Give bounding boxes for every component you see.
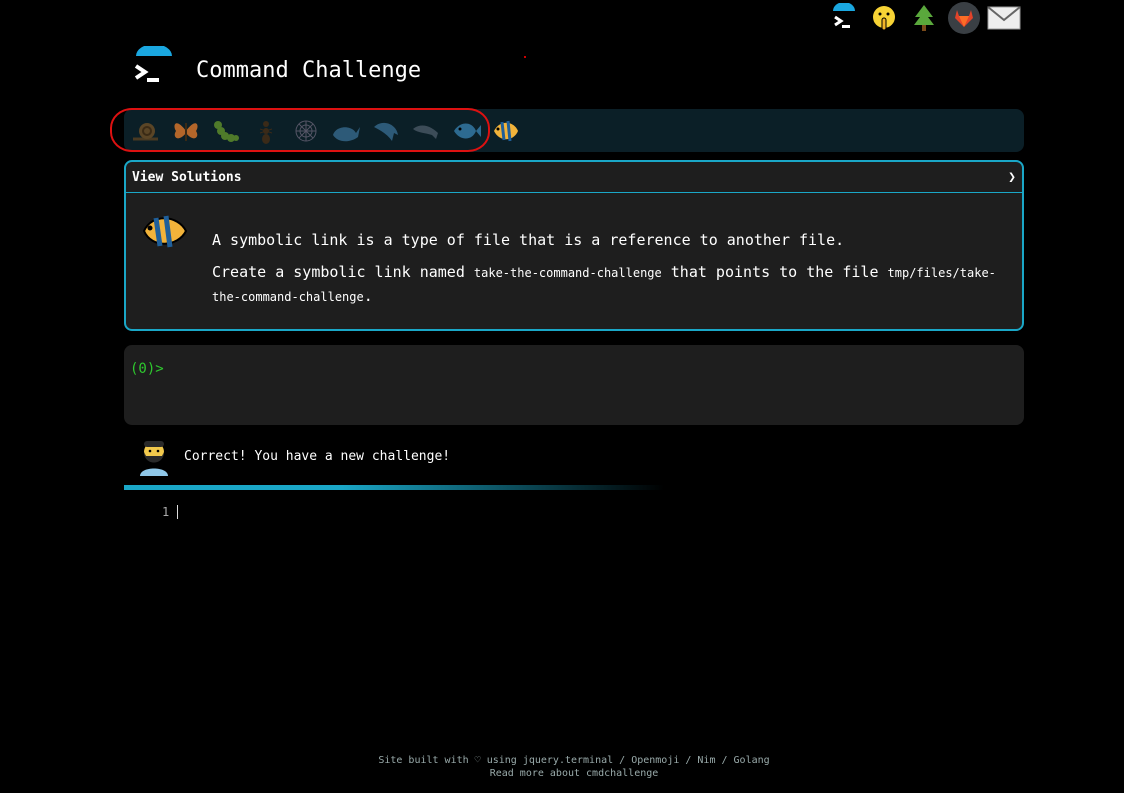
terminal-input[interactable]: (0)> bbox=[124, 345, 1024, 425]
bearded-person-avatar bbox=[136, 436, 172, 476]
challenge-task: Create a symbolic link named take-the-co… bbox=[212, 260, 1004, 308]
shushing-face-icon[interactable] bbox=[866, 0, 902, 36]
challenge-description: A symbolic link is a type of file that i… bbox=[126, 193, 1022, 318]
challenge-intro: A symbolic link is a type of file that i… bbox=[212, 231, 845, 249]
link-name-code: take-the-command-challenge bbox=[473, 266, 662, 280]
terminal-logo-icon[interactable] bbox=[130, 44, 178, 94]
gitlab-icon[interactable] bbox=[946, 0, 982, 36]
text-cursor bbox=[177, 505, 179, 519]
challenge-panel: View Solutions ❯ A symbolic link is a ty… bbox=[124, 160, 1024, 331]
feedback-message: Correct! You have a new challenge! bbox=[184, 448, 451, 464]
terminal-icon[interactable] bbox=[826, 0, 862, 36]
progress-bar bbox=[124, 485, 664, 490]
task-text-mid: that points to the file bbox=[661, 263, 888, 281]
envelope-icon[interactable] bbox=[986, 0, 1022, 36]
tropical-fish-icon bbox=[140, 209, 190, 253]
page-title: Command Challenge bbox=[196, 57, 422, 83]
top-icon-bar bbox=[826, 0, 1022, 36]
line-number: 1 bbox=[162, 505, 170, 519]
chevron-right-icon[interactable]: ❯ bbox=[1008, 170, 1016, 185]
code-editor[interactable]: 1 bbox=[162, 505, 179, 519]
terminal-prompt: (0)> bbox=[130, 361, 164, 377]
task-text-end: . bbox=[363, 287, 373, 305]
tropical-fish-icon[interactable] bbox=[490, 115, 522, 147]
page-header: Command Challenge bbox=[130, 44, 422, 94]
view-solutions-toggle[interactable]: View Solutions ❯ bbox=[126, 162, 1022, 193]
footer-credits[interactable]: Site built with ♡ using jquery.terminal … bbox=[0, 754, 1124, 767]
tree-icon[interactable] bbox=[906, 0, 942, 36]
task-text-pre: Create a symbolic link named bbox=[212, 263, 474, 281]
annotation-outline bbox=[110, 108, 490, 152]
feedback-row: Correct! You have a new challenge! bbox=[136, 436, 450, 476]
view-solutions-label[interactable]: View Solutions bbox=[132, 170, 242, 185]
annotation-dot bbox=[524, 56, 526, 58]
footer-about-link[interactable]: Read more about cmdchallenge bbox=[0, 767, 1124, 780]
site-footer: Site built with ♡ using jquery.terminal … bbox=[0, 754, 1124, 780]
